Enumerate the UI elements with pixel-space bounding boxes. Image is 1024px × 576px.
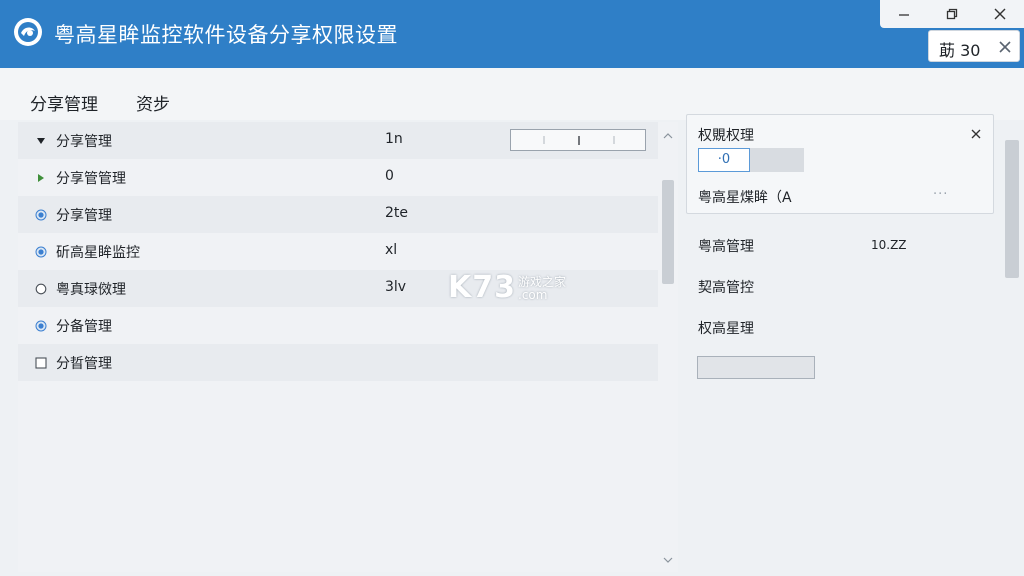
- prop-input-field[interactable]: [697, 356, 815, 379]
- share-list: 分享管理 1n 分享管管理 0 分享管理 2te 斫高星眸监控 xl 粤真琭傚理…: [18, 122, 678, 572]
- tab-chip-label: 莇 30: [939, 41, 981, 60]
- value-toggle[interactable]: ·0: [698, 148, 804, 172]
- list-scroll-thumb[interactable]: [662, 180, 674, 284]
- triangle-down-icon[interactable]: [35, 135, 47, 147]
- row-label: 分享管管理: [56, 171, 126, 187]
- title-bar: 粤高星眸监控软件设备分享权限设置: [0, 0, 1024, 68]
- checkbox-icon[interactable]: [35, 357, 47, 369]
- close-window-button[interactable]: [976, 0, 1024, 28]
- row-label: 粤真琭傚理: [56, 282, 126, 298]
- row-value: 2te: [385, 205, 409, 221]
- watermark-domain: .com: [518, 288, 548, 302]
- row-label: 分备管理: [56, 319, 112, 335]
- watermark: K73 游戏之家 .com: [448, 270, 576, 305]
- row-label: 分享管理: [56, 208, 112, 224]
- watermark-brand: K73: [448, 270, 516, 305]
- list-item[interactable]: 分晢管理: [18, 344, 658, 381]
- prop-label: 权高星理: [698, 321, 754, 337]
- minimize-icon: [899, 14, 909, 16]
- list-item[interactable]: 分享管理 2te: [18, 196, 658, 233]
- triangle-right-icon[interactable]: [35, 172, 47, 184]
- close-icon: [994, 8, 1006, 20]
- prop-value: 10.ZZ: [871, 238, 907, 252]
- row-value: 0: [385, 168, 394, 184]
- row-value: 3lv: [385, 279, 407, 295]
- tab-close-icon[interactable]: [995, 37, 1015, 57]
- row-label: 分晢管理: [56, 356, 112, 372]
- detail-scroll-thumb[interactable]: [1005, 140, 1019, 278]
- radio-filled-icon[interactable]: [35, 209, 47, 221]
- menu-resources[interactable]: 资步: [136, 90, 170, 115]
- row-value: xl: [385, 242, 398, 258]
- window-controls: [880, 0, 1024, 28]
- maximize-button[interactable]: [928, 0, 976, 28]
- detail-subtitle: 粤高星煠眸（A: [698, 190, 792, 206]
- row-value: 1n: [385, 131, 403, 147]
- row-label: 斫高星眸监控: [56, 245, 140, 261]
- prop-label: 粤高管理: [698, 239, 754, 255]
- prop-label: 契高管控: [698, 280, 754, 296]
- app-logo-icon: [14, 18, 42, 46]
- detail-card: 权覞权理 ·0 粤高星煠眸（A ···: [686, 114, 994, 214]
- list-item[interactable]: 分享管理 1n: [18, 122, 658, 159]
- list-item[interactable]: 分备管理: [18, 307, 658, 344]
- tab-chip[interactable]: 莇 30: [928, 30, 1020, 62]
- restore-icon: [946, 8, 958, 20]
- list-item[interactable]: 分享管管理 0: [18, 159, 658, 196]
- menu-share-management[interactable]: 分享管理: [30, 90, 98, 115]
- range-slider[interactable]: [510, 129, 646, 151]
- radio-filled-icon[interactable]: [35, 246, 47, 258]
- list-item[interactable]: 斫高星眸监控 xl: [18, 233, 658, 270]
- minimize-button[interactable]: [880, 0, 928, 28]
- close-icon[interactable]: [969, 127, 983, 141]
- row-label: 分享管理: [56, 134, 112, 150]
- radio-empty-icon[interactable]: [35, 283, 47, 295]
- radio-filled-icon[interactable]: [35, 320, 47, 332]
- more-options-icon[interactable]: ···: [933, 187, 948, 202]
- menu-bar: 分享管理 资步: [0, 68, 1024, 120]
- window-title: 粤高星眸监控软件设备分享权限设置: [54, 23, 398, 47]
- detail-title: 权覞权理: [698, 128, 754, 144]
- toggle-value: ·0: [698, 148, 750, 172]
